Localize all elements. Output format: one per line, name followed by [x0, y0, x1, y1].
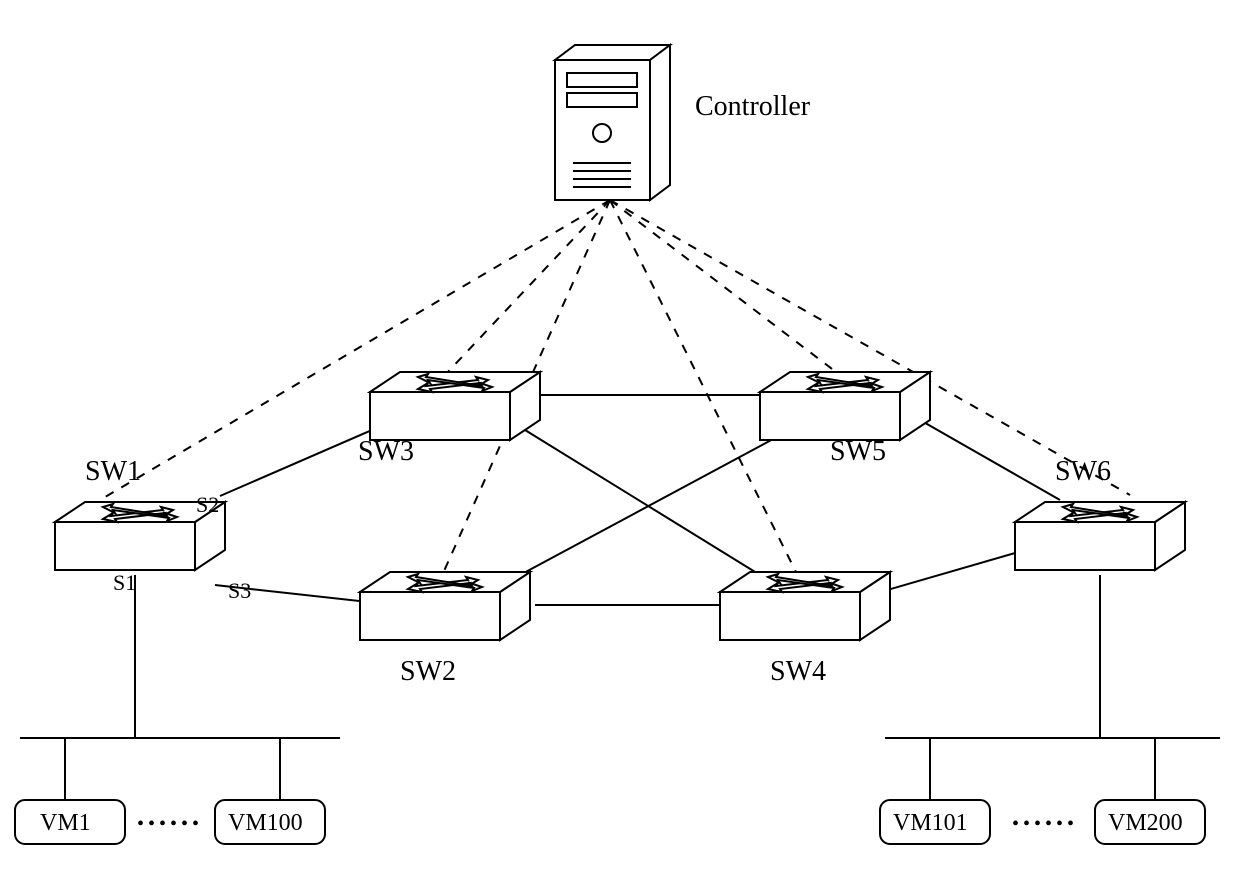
switch-sw1-label: SW1: [85, 456, 141, 487]
switch-sw4-label: SW4: [770, 656, 826, 687]
vm-label-vm100: VM100: [228, 810, 303, 836]
port-s3-label: S3: [228, 578, 251, 603]
switch-sw4-icon: [720, 572, 890, 640]
switch-sw6-label: SW6: [1055, 456, 1111, 487]
controller-label: Controller: [695, 91, 811, 122]
vm-label-vm1: VM1: [40, 810, 91, 836]
switch-sw3-label: SW3: [358, 436, 414, 467]
switch-sw3-icon: [370, 372, 540, 440]
port-s2-label: S2: [196, 492, 219, 517]
vm-label-vm101: VM101: [893, 810, 968, 836]
port-s1-label: S1: [113, 570, 136, 595]
network-topology-diagram: Controller SW3 SW5 SW1 SW6 SW2 SW4 S1 S2…: [0, 0, 1240, 887]
switch-sw2-label: SW2: [400, 656, 456, 687]
ellipsis-left: ••••••: [137, 813, 203, 835]
switch-sw5-icon: [760, 372, 930, 440]
vm-label-vm200: VM200: [1108, 810, 1183, 836]
ellipsis-right: ••••••: [1012, 813, 1078, 835]
switch-sw5-label: SW5: [830, 436, 886, 467]
topology-links: [20, 395, 1220, 800]
switch-sw6-icon: [1015, 502, 1185, 570]
switch-sw2-icon: [360, 572, 530, 640]
controller-icon: [555, 45, 670, 200]
